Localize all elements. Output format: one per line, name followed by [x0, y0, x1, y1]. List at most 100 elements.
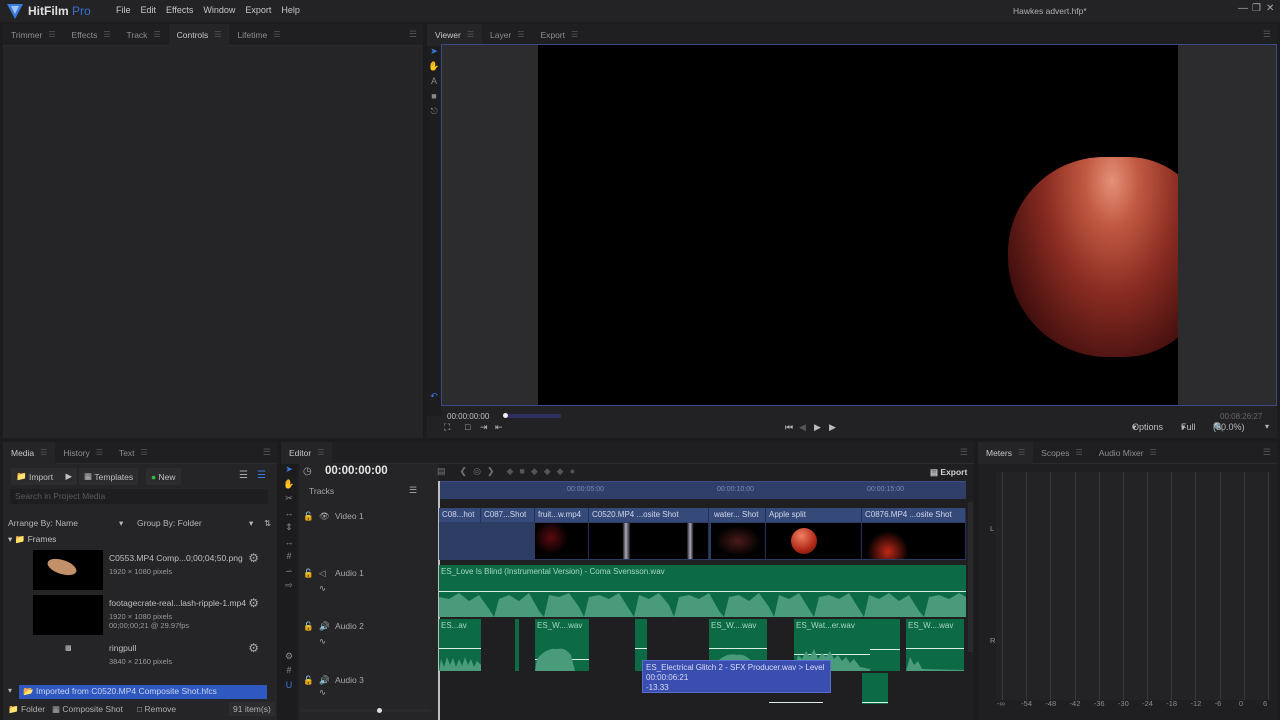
set-out-icon[interactable]: ⇤ — [495, 422, 503, 433]
selected-folder[interactable]: 📂 Imported from C0520.MP4 Composite Shot… — [19, 685, 267, 699]
next-frame-icon[interactable]: ▶ — [814, 422, 821, 433]
gear-icon[interactable]: ⚙ — [248, 596, 259, 610]
vertical-scrollbar[interactable] — [968, 502, 973, 652]
new-composite-button[interactable]: ▦ Composite Shot — [52, 704, 123, 715]
menu-window[interactable]: Window — [203, 5, 235, 15]
panel-menu-icon[interactable]: ☰ — [409, 29, 417, 40]
tab-track[interactable]: Track ☰ — [119, 24, 169, 46]
folder-frames[interactable]: ▾ 📁 Frames — [8, 534, 56, 545]
arrange-by-dropdown[interactable]: Arrange By: Name — [8, 518, 78, 528]
text-tool-icon[interactable]: A — [427, 76, 441, 91]
diamond-icon[interactable]: ◆ — [506, 466, 513, 477]
eye-icon[interactable]: 👁 — [319, 511, 330, 522]
menu-file[interactable]: File — [116, 5, 131, 15]
ripple-tool-icon[interactable]: ↔ — [281, 537, 297, 552]
prev-keyframe-icon[interactable]: ❮ — [460, 466, 468, 477]
settings-icon[interactable]: ⚙ — [281, 651, 297, 666]
audio-clip[interactable]: ES_W....wav — [535, 619, 589, 671]
tab-text[interactable]: Text ☰ — [111, 442, 156, 464]
menu-icon[interactable]: ☰ — [96, 448, 103, 457]
menu-icon[interactable]: ☰ — [1150, 448, 1157, 457]
menu-icon[interactable]: ☰ — [1018, 448, 1025, 457]
panel-menu-icon[interactable]: ☰ — [1263, 447, 1271, 458]
lock-icon[interactable]: 🔓 — [303, 568, 314, 579]
lock-icon[interactable]: 🔓 — [303, 621, 314, 632]
viewer-scrub-bar[interactable] — [505, 414, 561, 418]
panel-menu-icon[interactable]: ☰ — [960, 447, 968, 458]
tab-trimmer[interactable]: Trimmer ☰ — [3, 24, 64, 46]
tab-controls[interactable]: Controls ☰ — [168, 23, 230, 46]
panel-menu-icon[interactable]: ☰ — [1263, 29, 1271, 40]
export-track-icon[interactable]: ⇨ — [281, 580, 297, 595]
razor-tool-icon[interactable]: ✂ — [281, 493, 297, 508]
hand-tool-icon[interactable]: ✋ — [427, 61, 441, 76]
menu-icon[interactable]: ☰ — [40, 448, 47, 457]
close-icon[interactable]: ✕ — [1266, 3, 1274, 14]
prev-frame-icon[interactable]: ◀ — [799, 422, 806, 433]
viewer-canvas[interactable] — [441, 44, 1277, 406]
media-item[interactable]: ▩ ringpull 3840 × 2160 pixels ⚙ — [3, 640, 273, 685]
video-clip[interactable]: Apple split — [766, 508, 862, 522]
square-icon[interactable]: ■ — [519, 466, 524, 477]
undo-icon[interactable]: ↶ — [427, 391, 441, 406]
tab-audio-mixer[interactable]: Audio Mixer ☰ — [1091, 442, 1165, 464]
panel-menu-icon[interactable]: ☰ — [263, 447, 271, 458]
audio-track-1[interactable]: ES_Love Is Blind (Instrumental Version) … — [439, 565, 966, 617]
volume-line[interactable] — [635, 648, 647, 649]
lock-icon[interactable]: 🔓 — [303, 511, 314, 522]
zoom-slider[interactable] — [301, 709, 431, 712]
tab-scopes[interactable]: Scopes ☰ — [1033, 442, 1091, 464]
play-icon[interactable]: ▶ — [829, 422, 836, 433]
diamond-icon[interactable]: ◆ — [557, 466, 564, 477]
new-folder-button[interactable]: 📁 Folder — [8, 704, 45, 715]
volume-line[interactable] — [439, 648, 481, 649]
speaker-icon[interactable]: 🔊 — [319, 675, 330, 686]
diamond-icon[interactable]: ◆ — [531, 466, 538, 477]
slide-tool-icon[interactable]: ⇕ — [281, 522, 297, 537]
tab-effects[interactable]: Effects ☰ — [64, 24, 119, 46]
tab-editor[interactable]: Editor ☰ — [281, 441, 333, 464]
grid-icon[interactable]: # — [281, 665, 297, 680]
menu-icon[interactable]: ☰ — [273, 30, 280, 39]
pin-tool-icon[interactable]: ⎋ — [427, 106, 441, 121]
video-clip[interactable]: C0876.MP4 ...osite Shot — [862, 508, 966, 522]
menu-edit[interactable]: Edit — [141, 5, 157, 15]
gear-icon[interactable]: ⚙ — [248, 641, 259, 655]
audio-clip[interactable]: ES...av — [439, 619, 481, 671]
menu-icon[interactable]: ☰ — [153, 30, 160, 39]
tab-history[interactable]: History ☰ — [55, 442, 111, 464]
go-start-icon[interactable]: ⏮ — [785, 422, 793, 433]
circle-icon[interactable]: ● — [570, 466, 575, 477]
new-button[interactable]: ● New — [146, 468, 181, 485]
volume-line[interactable] — [870, 649, 900, 650]
viewer-playhead[interactable] — [503, 413, 508, 418]
audio-clip[interactable]: ES_W....wav — [906, 619, 964, 671]
menu-icon[interactable]: ☰ — [141, 448, 148, 457]
menu-icon[interactable]: ☰ — [517, 30, 524, 39]
menu-effects[interactable]: Effects — [166, 5, 193, 15]
group-by-dropdown[interactable]: Group By: Folder — [137, 518, 202, 528]
hand-tool-icon[interactable]: ✋ — [281, 479, 297, 494]
tracks-menu-icon[interactable]: ☰ — [409, 485, 417, 496]
menu-icon[interactable]: ☰ — [103, 30, 110, 39]
group-arrow-icon[interactable]: ▾ — [249, 518, 253, 529]
mask-tool-icon[interactable]: ■ — [427, 91, 441, 106]
video-clip[interactable]: C08...hot — [439, 508, 481, 522]
audio-clip[interactable] — [870, 619, 900, 671]
media-search-input[interactable]: Search in Project Media — [10, 489, 268, 504]
audio-clip[interactable] — [515, 619, 519, 671]
import-button[interactable]: 📁 Import ▶ — [11, 468, 77, 485]
menu-icon[interactable]: ☰ — [317, 448, 324, 457]
remove-button[interactable]: □ Remove — [137, 704, 176, 714]
minimize-icon[interactable]: — — [1238, 3, 1248, 14]
tab-meters[interactable]: Meters ☰ — [978, 441, 1034, 464]
timeline-ruler[interactable]: 00:00:05:00 00:00:10:00 00:00:15:00 — [439, 481, 966, 499]
editor-current-time[interactable]: 00:00:00:00 — [325, 465, 388, 477]
envelope-icon[interactable]: ∿ — [319, 583, 326, 594]
quality-dropdown[interactable]: Full ▾ — [1181, 422, 1196, 433]
video-clip[interactable]: C0520.MP4 ...osite Shot — [589, 508, 709, 522]
envelope-icon[interactable]: ∿ — [319, 636, 326, 647]
safe-area-icon[interactable]: ⛶ — [444, 422, 450, 433]
envelope-icon[interactable]: ∿ — [319, 687, 326, 698]
menu-icon[interactable]: ☰ — [1076, 448, 1083, 457]
